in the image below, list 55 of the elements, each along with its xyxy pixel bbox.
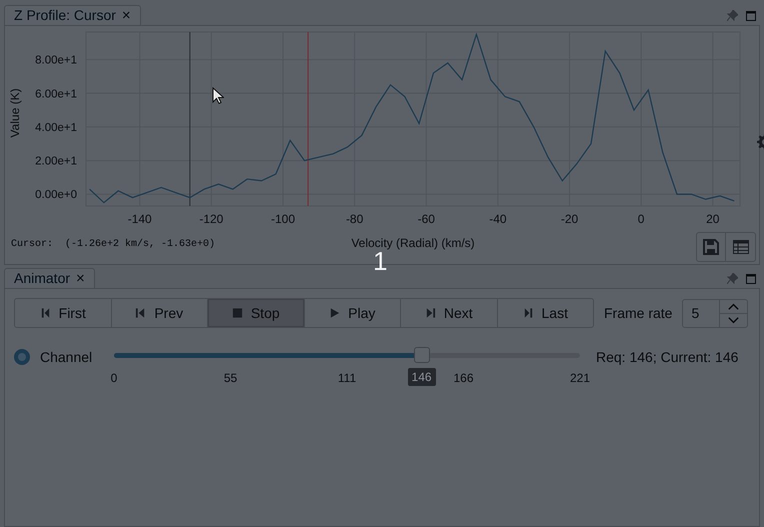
tick-label: 55: [224, 370, 238, 387]
table-icon: [732, 240, 748, 254]
skip-forward-icon: [522, 307, 534, 319]
tick-label: -80: [346, 212, 364, 226]
frame-rate-label: Frame rate: [604, 304, 672, 322]
tick-label: -120: [199, 212, 224, 226]
maximize-icon[interactable]: [746, 274, 756, 284]
tick-label: 166: [453, 370, 474, 387]
tick-label: 6.00e+1: [35, 88, 77, 100]
cursor-readout: Cursor: (-1.26e+2 km/s, -1.63e+0): [11, 238, 216, 252]
player-button[interactable]: Stop: [207, 299, 304, 327]
panel-tab[interactable]: Z Profile: Cursor ×: [4, 5, 141, 25]
play-icon: [329, 307, 340, 319]
tick-label: 111: [338, 370, 356, 387]
tick-label: 2.00e+1: [35, 156, 77, 168]
channel-status: Req: 146; Current: 146: [596, 350, 738, 364]
overlay-number: 1: [373, 248, 388, 274]
tick-label: -60: [418, 212, 435, 226]
tick-label: -40: [489, 212, 507, 226]
field-value: 5: [690, 304, 700, 322]
tick-label: 0.00e+0: [35, 189, 77, 202]
radio-button[interactable]: [14, 349, 30, 365]
step-back-icon: [135, 307, 146, 319]
slider-handle[interactable]: [414, 347, 430, 363]
maximize-icon[interactable]: [746, 10, 756, 20]
pin-icon[interactable]: [727, 273, 738, 284]
tick-label: -20: [560, 212, 578, 226]
channel-label: Channel: [40, 350, 94, 364]
frame-rate-field[interactable]: 5: [682, 298, 748, 328]
player-button[interactable]: Next: [400, 299, 496, 327]
value-label: 146: [408, 368, 436, 386]
panel-tab[interactable]: Animator ×: [4, 268, 95, 288]
close-icon[interactable]: ×: [76, 271, 85, 286]
tick-label: 4.00e+1: [35, 122, 77, 134]
close-icon[interactable]: ×: [122, 8, 131, 23]
pin-icon[interactable]: [727, 10, 738, 21]
floppy-icon: [703, 239, 719, 255]
tick-label: 20: [706, 212, 720, 226]
tick-label: 0: [110, 370, 118, 387]
step-forward-icon: [424, 307, 436, 319]
tick-label: -140: [128, 212, 152, 226]
player-button[interactable]: First: [15, 299, 110, 327]
skip-back-icon: [40, 307, 51, 319]
tab-label: Animator: [14, 269, 70, 288]
stop-icon: [232, 307, 243, 319]
tick-label: 8.00e+1: [35, 54, 77, 67]
tick-label: 221: [570, 370, 590, 387]
player-button[interactable]: Last: [496, 299, 593, 327]
mouse-pointer-icon: [212, 87, 224, 105]
player-button[interactable]: Play: [304, 299, 400, 327]
tick-label: -100: [270, 212, 295, 226]
tick-label: 0: [638, 212, 644, 226]
tab-label: Z Profile: Cursor: [14, 6, 116, 25]
axis-title: Value (K): [8, 88, 22, 138]
axis-title: Velocity (Radial) (km/s): [351, 236, 475, 250]
